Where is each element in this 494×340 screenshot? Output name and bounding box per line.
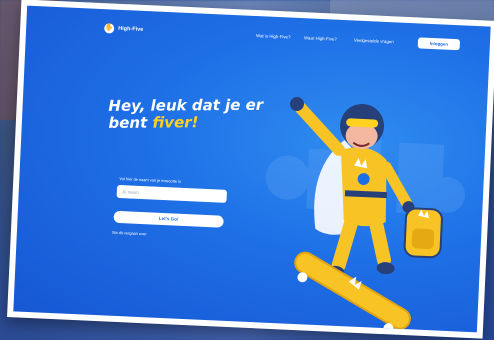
brand-logo[interactable]: ✋ High-Five: [104, 23, 143, 35]
brand-name: High-Five: [118, 25, 144, 33]
mascot-illustration: [265, 96, 466, 333]
skip-link[interactable]: Sla dit vergaan over: [112, 230, 147, 237]
screen-frame: ✋ High-Five Wat is High-Five? Waar High-…: [7, 0, 494, 339]
nav-link-faq[interactable]: Veelgestelde vragen: [354, 37, 394, 44]
headline-accent: fiver!: [152, 113, 199, 132]
nav-link-what-is[interactable]: Wat is High-Five?: [256, 33, 291, 40]
login-button[interactable]: Inloggen: [417, 37, 461, 51]
hand-icon: ✋: [104, 23, 115, 34]
landing-page: ✋ High-Five Wat is High-Five? Waar High-…: [13, 5, 491, 333]
name-field-label: Vul hier de naam van je mascotte in: [119, 175, 182, 184]
lets-go-button[interactable]: Let's Go!: [113, 210, 224, 228]
nav-link-where[interactable]: Waar High-Five?: [304, 35, 337, 41]
name-input[interactable]: Je naam: [116, 184, 228, 203]
